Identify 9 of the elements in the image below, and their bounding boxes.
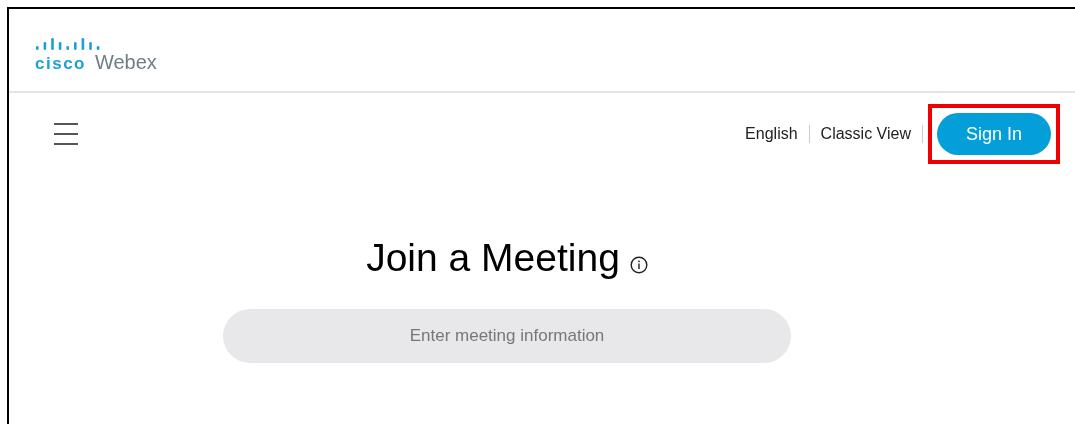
page-title: Join a Meeting xyxy=(366,236,620,280)
logo-bars-icon xyxy=(35,36,101,50)
nav-link[interactable]: English xyxy=(737,125,806,143)
logo-brand: cisco xyxy=(35,54,86,74)
meeting-input-field[interactable]: Enter meeting information xyxy=(223,309,791,363)
nav-link[interactable]: Classic View xyxy=(812,125,919,143)
menu-icon[interactable] xyxy=(54,123,78,145)
info-icon[interactable] xyxy=(629,256,648,274)
logo-product: Webex xyxy=(95,51,157,74)
